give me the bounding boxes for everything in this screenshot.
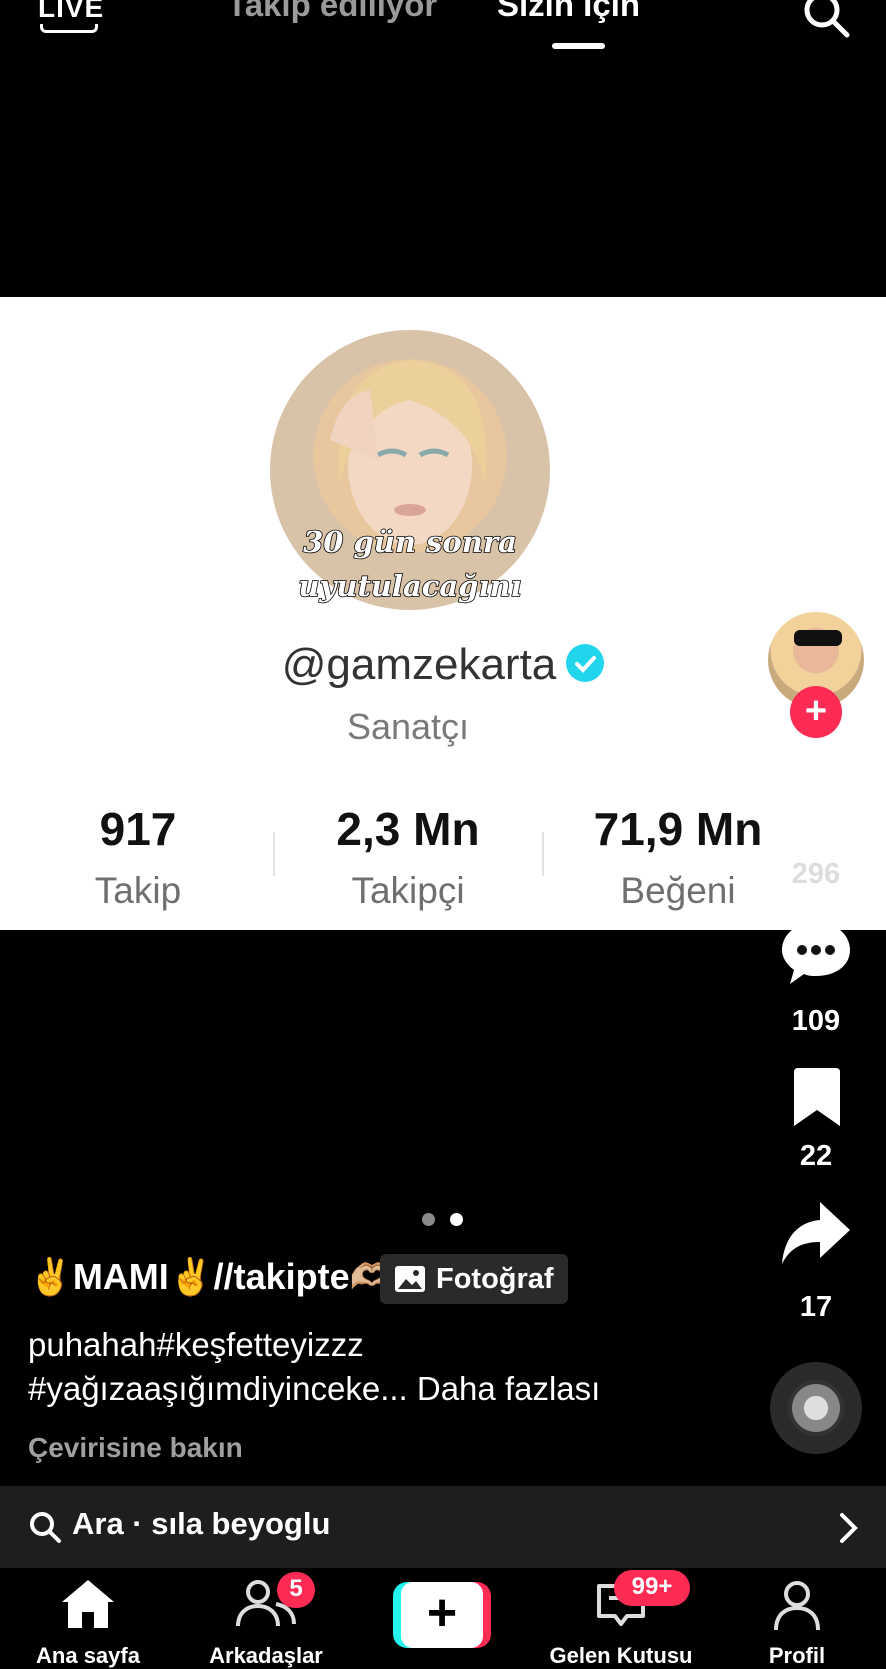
stat-divider bbox=[273, 832, 275, 876]
tab-following[interactable]: Takip ediliyor bbox=[227, 0, 437, 24]
share-icon[interactable] bbox=[780, 1200, 852, 1266]
photo-mode-chip[interactable]: Fotoğraf bbox=[380, 1254, 568, 1304]
followers-label: Takipçi bbox=[351, 870, 465, 911]
like-count: 296 bbox=[791, 858, 841, 890]
home-icon bbox=[62, 1580, 114, 1628]
inbox-badge: 99+ bbox=[614, 1570, 690, 1606]
friends-badge: 5 bbox=[277, 1572, 315, 1608]
music-cover-icon bbox=[788, 1380, 844, 1436]
live-label[interactable]: LIVE bbox=[38, 0, 104, 24]
nav-friends-label: Arkadaşlar bbox=[209, 1643, 323, 1668]
caption-line-2[interactable]: #yağızaaşığımdiyinceke... Daha fazlası bbox=[28, 1370, 600, 1408]
see-translation-link[interactable]: Çevirisine bakın bbox=[28, 1432, 243, 1464]
bookmark-icon[interactable] bbox=[790, 1068, 844, 1128]
profile-icon bbox=[774, 1581, 820, 1631]
carousel-dot-active[interactable] bbox=[450, 1213, 463, 1226]
tab-for-you[interactable]: Sizin İçin bbox=[497, 0, 640, 24]
share-count: 17 bbox=[799, 1291, 833, 1323]
nav-friends[interactable]: 5 Arkadaşlar bbox=[181, 1572, 351, 1668]
caption-line-1[interactable]: puhahah#keşfetteyizzz bbox=[28, 1326, 364, 1364]
follow-plus-button[interactable]: + bbox=[790, 686, 842, 738]
related-search-text[interactable]: Ara · sıla beyoglu bbox=[72, 1506, 330, 1542]
author-name[interactable]: ✌️MAMI✌️//takipte🫶🏼 bbox=[28, 1256, 395, 1298]
chevron-right-icon[interactable] bbox=[838, 1512, 860, 1544]
nav-home-label: Ana sayfa bbox=[36, 1643, 140, 1668]
followers-count: 2,3 Mn bbox=[336, 803, 480, 855]
save-count: 22 bbox=[799, 1140, 833, 1172]
photo-icon bbox=[395, 1266, 425, 1292]
photo-chip-label: Fotoğraf bbox=[436, 1262, 554, 1295]
search-icon bbox=[30, 1512, 61, 1543]
likes-total-count: 71,9 Mn bbox=[593, 803, 763, 855]
nav-inbox[interactable]: 99+ Gelen Kutusu bbox=[536, 1570, 706, 1668]
comment-icon[interactable] bbox=[780, 920, 852, 986]
search-icon[interactable] bbox=[800, 0, 852, 40]
nav-profile-label: Profil bbox=[768, 1643, 826, 1668]
stat-divider bbox=[542, 832, 544, 876]
live-tv-icon bbox=[40, 24, 98, 33]
carousel-dot[interactable] bbox=[422, 1213, 435, 1226]
nav-home[interactable]: Ana sayfa bbox=[3, 1578, 173, 1668]
create-post-button[interactable]: + bbox=[393, 1582, 491, 1648]
profile-username[interactable]: @gamzekarta bbox=[0, 640, 886, 690]
nav-inbox-label: Gelen Kutusu bbox=[549, 1643, 693, 1668]
following-count: 917 bbox=[99, 803, 177, 855]
nav-profile[interactable]: Profil bbox=[712, 1578, 882, 1668]
plus-icon: + bbox=[401, 1582, 483, 1648]
following-label: Takip bbox=[94, 870, 182, 911]
comment-count: 109 bbox=[791, 1005, 841, 1037]
verified-badge-icon bbox=[566, 644, 605, 683]
avatar-sunglasses bbox=[794, 630, 842, 646]
profile-role: Sanatçı bbox=[346, 706, 470, 747]
avatar-caption: 30 gün sonra uyutulacağını bbox=[298, 524, 523, 604]
active-tab-indicator bbox=[552, 43, 605, 49]
heart-icon[interactable] bbox=[780, 782, 852, 846]
